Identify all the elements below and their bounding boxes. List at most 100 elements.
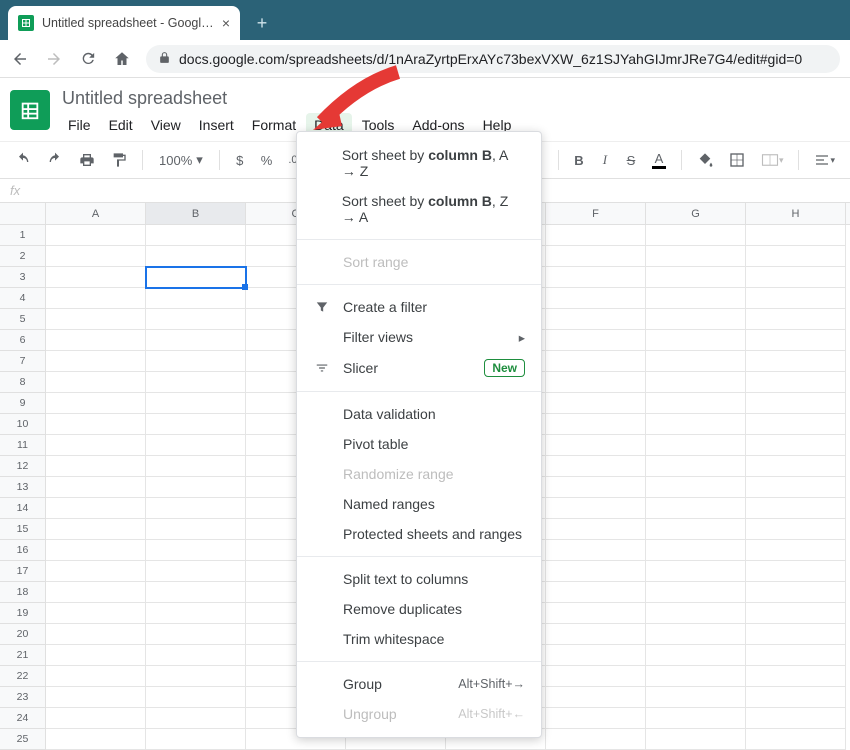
cell[interactable] bbox=[546, 330, 646, 351]
cell[interactable] bbox=[546, 477, 646, 498]
cell[interactable] bbox=[46, 246, 146, 267]
cell[interactable] bbox=[46, 540, 146, 561]
doc-title[interactable]: Untitled spreadsheet bbox=[60, 86, 838, 113]
row-header[interactable]: 14 bbox=[0, 498, 46, 519]
row-header[interactable]: 12 bbox=[0, 456, 46, 477]
forward-button[interactable] bbox=[44, 49, 64, 69]
undo-button[interactable] bbox=[10, 148, 36, 172]
cell[interactable] bbox=[646, 456, 746, 477]
cell[interactable] bbox=[146, 288, 246, 309]
cell[interactable] bbox=[46, 666, 146, 687]
cell[interactable] bbox=[146, 519, 246, 540]
menu-slicer[interactable]: Slicer New bbox=[297, 352, 541, 384]
cell[interactable] bbox=[746, 519, 846, 540]
menu-trim-whitespace[interactable]: Trim whitespace bbox=[297, 624, 541, 654]
cell[interactable] bbox=[746, 414, 846, 435]
reload-button[interactable] bbox=[78, 49, 98, 69]
menu-data-validation[interactable]: Data validation bbox=[297, 399, 541, 429]
cell[interactable] bbox=[546, 414, 646, 435]
cell[interactable] bbox=[546, 351, 646, 372]
menu-create-filter[interactable]: Create a filter bbox=[297, 292, 541, 322]
cell[interactable] bbox=[146, 246, 246, 267]
cell[interactable] bbox=[146, 603, 246, 624]
cell[interactable] bbox=[146, 624, 246, 645]
menu-sort-sheet-desc[interactable]: Sort sheet by column B, Z → A bbox=[297, 186, 541, 232]
cell[interactable] bbox=[646, 687, 746, 708]
cell[interactable] bbox=[646, 288, 746, 309]
cell[interactable] bbox=[46, 414, 146, 435]
redo-button[interactable] bbox=[42, 148, 68, 172]
col-header-A[interactable]: A bbox=[46, 203, 146, 224]
cell[interactable] bbox=[746, 225, 846, 246]
align-button[interactable]: ▾ bbox=[809, 148, 840, 172]
fill-color-button[interactable] bbox=[692, 148, 718, 172]
merge-cells-button[interactable]: ▾ bbox=[756, 149, 789, 171]
cell[interactable] bbox=[146, 393, 246, 414]
row-header[interactable]: 18 bbox=[0, 582, 46, 603]
cell[interactable] bbox=[646, 582, 746, 603]
cell[interactable] bbox=[546, 288, 646, 309]
cell[interactable] bbox=[546, 540, 646, 561]
cell[interactable] bbox=[646, 309, 746, 330]
menu-view[interactable]: View bbox=[143, 113, 189, 137]
cell[interactable] bbox=[546, 687, 646, 708]
select-all-corner[interactable] bbox=[0, 203, 46, 224]
cell[interactable] bbox=[646, 666, 746, 687]
row-header[interactable]: 15 bbox=[0, 519, 46, 540]
row-header[interactable]: 8 bbox=[0, 372, 46, 393]
menu-insert[interactable]: Insert bbox=[191, 113, 242, 137]
cell[interactable] bbox=[646, 603, 746, 624]
cell[interactable] bbox=[46, 687, 146, 708]
menu-group[interactable]: Group Alt+Shift+→ bbox=[297, 669, 541, 699]
cell[interactable] bbox=[746, 666, 846, 687]
cell[interactable] bbox=[146, 708, 246, 729]
row-header[interactable]: 9 bbox=[0, 393, 46, 414]
cell[interactable] bbox=[146, 225, 246, 246]
cell[interactable] bbox=[46, 498, 146, 519]
cell[interactable] bbox=[646, 330, 746, 351]
cell[interactable] bbox=[646, 267, 746, 288]
row-header[interactable]: 20 bbox=[0, 624, 46, 645]
cell[interactable] bbox=[546, 267, 646, 288]
cell[interactable] bbox=[46, 561, 146, 582]
cell[interactable] bbox=[546, 435, 646, 456]
cell[interactable] bbox=[146, 582, 246, 603]
cell[interactable] bbox=[546, 519, 646, 540]
row-header[interactable]: 17 bbox=[0, 561, 46, 582]
cell[interactable] bbox=[646, 351, 746, 372]
cell[interactable] bbox=[746, 267, 846, 288]
cell[interactable] bbox=[746, 435, 846, 456]
cell[interactable] bbox=[146, 540, 246, 561]
zoom-select[interactable]: 100%▾ bbox=[153, 152, 209, 168]
percent-button[interactable]: % bbox=[256, 149, 278, 172]
cell[interactable] bbox=[546, 372, 646, 393]
cell[interactable] bbox=[746, 603, 846, 624]
cell[interactable] bbox=[646, 393, 746, 414]
cell[interactable] bbox=[746, 561, 846, 582]
row-header[interactable]: 23 bbox=[0, 687, 46, 708]
paint-format-button[interactable] bbox=[106, 148, 132, 172]
cell[interactable] bbox=[146, 498, 246, 519]
row-header[interactable]: 4 bbox=[0, 288, 46, 309]
cell[interactable] bbox=[646, 540, 746, 561]
cell[interactable] bbox=[546, 456, 646, 477]
cell[interactable] bbox=[146, 414, 246, 435]
cell[interactable] bbox=[646, 561, 746, 582]
cell[interactable] bbox=[146, 267, 246, 288]
row-header[interactable]: 22 bbox=[0, 666, 46, 687]
cell[interactable] bbox=[746, 456, 846, 477]
cell[interactable] bbox=[146, 645, 246, 666]
cell[interactable] bbox=[46, 225, 146, 246]
cell[interactable] bbox=[46, 708, 146, 729]
menu-pivot-table[interactable]: Pivot table bbox=[297, 429, 541, 459]
cell[interactable] bbox=[546, 561, 646, 582]
menu-split-text[interactable]: Split text to columns bbox=[297, 564, 541, 594]
cell[interactable] bbox=[746, 351, 846, 372]
text-color-button[interactable]: A bbox=[647, 147, 671, 173]
row-header[interactable]: 13 bbox=[0, 477, 46, 498]
row-header[interactable]: 16 bbox=[0, 540, 46, 561]
cell[interactable] bbox=[46, 477, 146, 498]
cell[interactable] bbox=[146, 561, 246, 582]
row-header[interactable]: 6 bbox=[0, 330, 46, 351]
cell[interactable] bbox=[146, 309, 246, 330]
